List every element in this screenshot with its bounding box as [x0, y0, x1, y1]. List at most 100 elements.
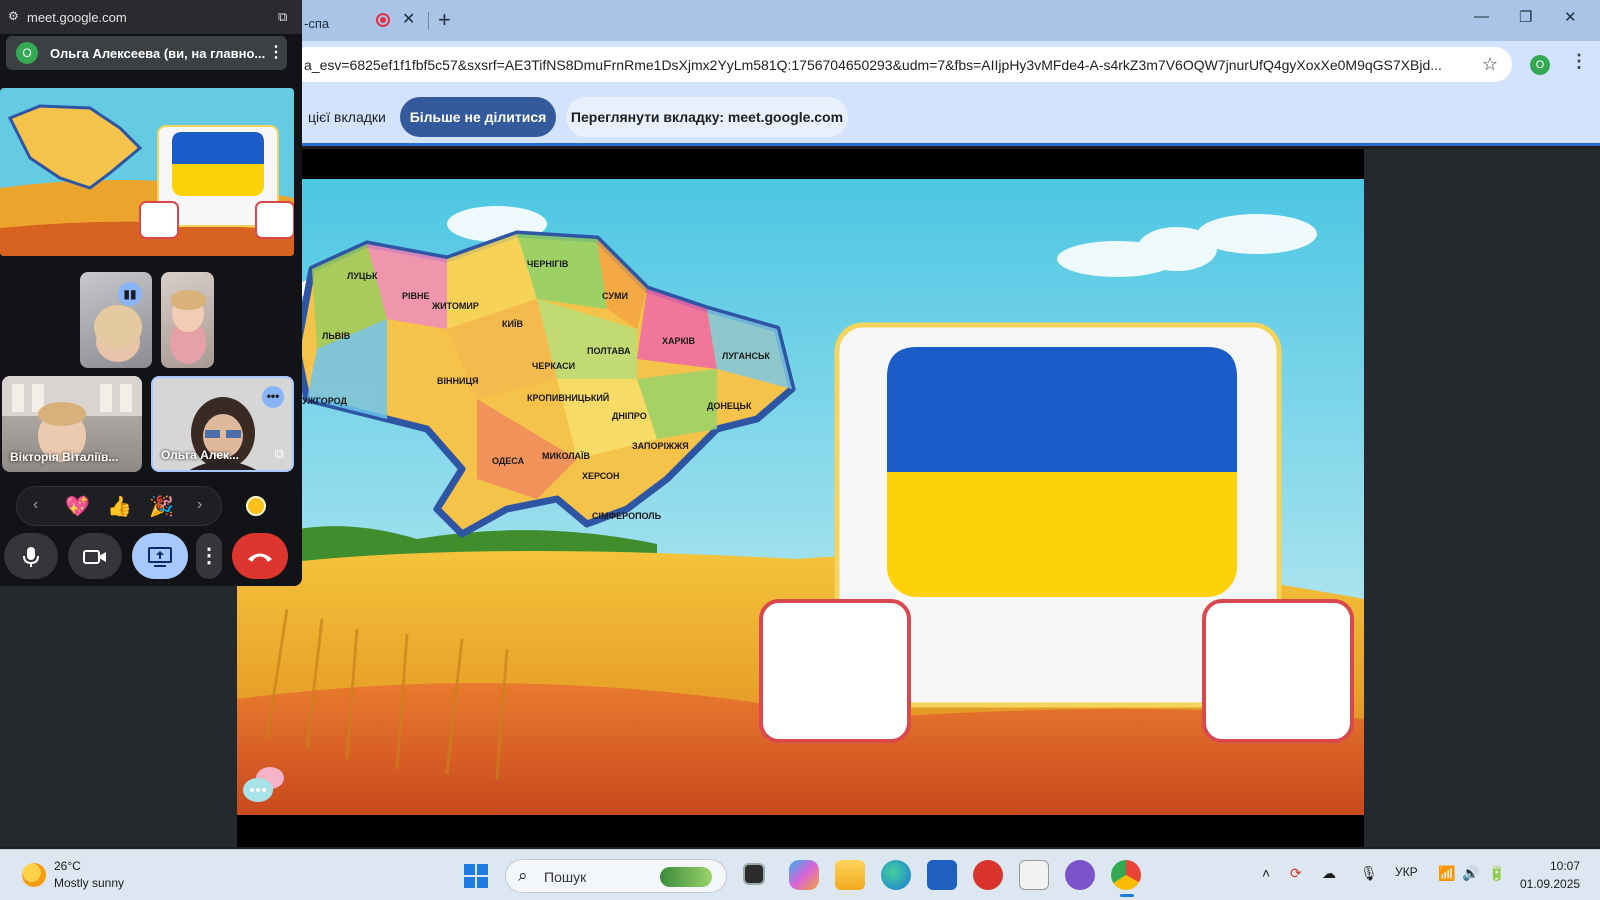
weather-sun-icon[interactable] — [22, 863, 46, 887]
bookmark-star-icon[interactable]: ☆ — [1482, 54, 1498, 75]
chevron-up-icon[interactable]: ˄ — [1262, 865, 1270, 881]
svg-text:ЧЕРКАСИ: ЧЕРКАСИ — [532, 361, 575, 371]
svg-text:ДОНЕЦЬК: ДОНЕЦЬК — [707, 401, 752, 411]
end-call-button[interactable] — [232, 533, 288, 579]
svg-text:ХЕРСОН: ХЕРСОН — [582, 471, 620, 481]
restore-icon[interactable]: ❐ — [1519, 8, 1532, 26]
participant-video — [170, 290, 206, 364]
svg-text:СІМФЕРОПОЛЬ: СІМФЕРОПОЛЬ — [592, 511, 662, 521]
search-placeholder: Пошук — [544, 869, 587, 885]
chrome-icon[interactable] — [1111, 860, 1141, 890]
windows-start-icon[interactable] — [464, 864, 488, 888]
screen: -спа ✕ + — ❐ ✕ a_esv=6825ef1f1fbf5c57&sx… — [0, 0, 1600, 900]
reaction-party[interactable]: 🎉 — [149, 494, 174, 519]
reaction-skin-tone-icon[interactable] — [246, 496, 266, 516]
presenter-name: Ольга Алексеева (ви, на главно... — [50, 46, 266, 61]
microphone-icon — [23, 546, 39, 567]
wifi-icon[interactable]: 📶 — [1438, 865, 1455, 882]
participant-tile-self[interactable]: ••• ⧉ Ольга Алек... — [151, 376, 294, 472]
pin-tile-icon[interactable]: ⧉ — [275, 446, 284, 462]
copilot-icon[interactable] — [789, 860, 819, 890]
profile-avatar[interactable]: O — [1530, 55, 1550, 75]
clock-date[interactable]: 01.09.2025 — [1520, 877, 1580, 891]
reaction-heart[interactable]: 💖 — [65, 494, 90, 519]
svg-text:ЧЕРНІГІВ: ЧЕРНІГІВ — [527, 259, 569, 269]
task-view-icon[interactable] — [743, 863, 765, 885]
speaking-indicator-icon: ▮▮ — [118, 282, 142, 306]
clock-time[interactable]: 10:07 — [1540, 859, 1580, 873]
camera-icon — [83, 549, 106, 564]
svg-text:КРОПИВНИЦЬКИЙ: КРОПИВНИЦЬКИЙ — [527, 392, 609, 403]
svg-text:УЖГОРОД: УЖГОРОД — [302, 396, 347, 406]
onedrive-icon[interactable]: ☁ — [1322, 865, 1336, 882]
new-tab-icon[interactable]: + — [438, 7, 451, 33]
letterbox-top — [237, 149, 1364, 179]
stop-sharing-button[interactable]: Більше не ділитися — [400, 97, 556, 137]
chevron-left-icon[interactable]: ‹ — [33, 496, 38, 514]
chevron-right-icon[interactable]: › — [197, 496, 202, 514]
participant-tile[interactable]: Вікторія Віталіїв... — [2, 376, 142, 472]
back-to-tab-icon[interactable]: ⧉ — [278, 9, 287, 25]
svg-text:КИЇВ: КИЇВ — [502, 319, 523, 329]
address-bar[interactable]: a_esv=6825ef1f1fbf5c57&sxsrf=AE3TifNS8Dm… — [290, 47, 1512, 82]
letterbox-bottom — [237, 815, 1364, 847]
tab-title: -спа — [304, 16, 330, 31]
reactions-bar: ‹ 💖 👍 🎉 › — [16, 486, 222, 526]
microphone-button[interactable] — [4, 533, 58, 579]
battery-icon[interactable]: 🔋 — [1488, 865, 1505, 882]
volume-icon[interactable]: 🔊 — [1462, 865, 1479, 882]
more-actions-button[interactable]: ⋮ — [196, 533, 222, 579]
site-settings-icon[interactable]: ⚙ — [8, 9, 19, 23]
pip-header: ⚙ meet.google.com ⧉ — [0, 0, 302, 34]
svg-text:ЗАПОРІЖЖЯ: ЗАПОРІЖЖЯ — [632, 441, 689, 451]
participant-tile[interactable] — [161, 272, 214, 368]
chat-bubbles-icon[interactable] — [240, 764, 290, 808]
svg-text:СУМИ: СУМИ — [602, 291, 628, 301]
avatar: O — [16, 42, 38, 64]
wps-office-icon[interactable] — [973, 860, 1003, 890]
present-icon — [148, 546, 172, 567]
svg-text:ВІННИЦЯ: ВІННИЦЯ — [437, 376, 479, 386]
svg-text:ЛУЦЬК: ЛУЦЬК — [347, 271, 378, 281]
weather-description[interactable]: Mostly sunny — [54, 876, 124, 890]
weather-temperature[interactable]: 26°C — [54, 859, 81, 873]
present-screen-button[interactable] — [132, 533, 188, 579]
active-app-indicator — [1120, 894, 1134, 897]
svg-text:ХАРКІВ: ХАРКІВ — [662, 336, 695, 346]
minimize-icon[interactable]: — — [1474, 8, 1489, 25]
url-text: a_esv=6825ef1f1fbf5c57&sxsrf=AE3TifNS8Dm… — [304, 57, 1442, 73]
svg-text:ПОЛТАВА: ПОЛТАВА — [587, 346, 631, 356]
tab-separator — [428, 12, 429, 30]
more-options-icon[interactable]: ⋮ — [268, 42, 284, 62]
tile-more-icon[interactable]: ••• — [262, 386, 284, 408]
edge-icon[interactable] — [881, 860, 911, 890]
search-highlight-icon — [660, 867, 712, 887]
camera-button[interactable] — [68, 533, 122, 579]
participant-tile[interactable]: ▮▮ — [80, 272, 152, 368]
viber-icon[interactable] — [1065, 860, 1095, 890]
preview-thumbnail — [0, 88, 294, 256]
participant-name: Ольга Алек... — [161, 448, 239, 462]
presentation-preview[interactable] — [0, 88, 294, 256]
sync-icon[interactable]: ⟳ — [1290, 865, 1302, 882]
participant-video — [94, 305, 142, 362]
tab-close-icon[interactable]: ✕ — [402, 9, 415, 29]
end-call-icon — [248, 553, 272, 562]
reaction-thumbs-up[interactable]: 👍 — [107, 494, 132, 519]
sharing-status-text: цієї вкладки — [308, 109, 386, 125]
file-explorer-icon[interactable] — [835, 860, 865, 890]
mic-tray-icon[interactable]: 🎙 — [1360, 865, 1378, 882]
meet-pip-window: ⚙ meet.google.com ⧉ O Ольга Алексеева (в… — [0, 0, 302, 586]
close-window-icon[interactable]: ✕ — [1564, 8, 1577, 26]
svg-text:ОДЕСА: ОДЕСА — [492, 456, 525, 466]
view-tab-button[interactable]: Переглянути вкладку: meet.google.com — [566, 97, 848, 137]
taskbar-search[interactable]: ⌕ Пошук — [505, 859, 727, 893]
language-indicator[interactable]: УКР — [1395, 865, 1418, 879]
browser-tab[interactable]: -спа — [298, 6, 438, 41]
search-icon: ⌕ — [518, 866, 528, 885]
browser-menu-icon[interactable]: ⋮ — [1570, 51, 1588, 72]
solitaire-icon[interactable] — [1019, 860, 1049, 890]
svg-text:ДНІПРО: ДНІПРО — [612, 411, 647, 421]
store-icon[interactable] — [927, 860, 957, 890]
svg-text:ЛУГАНСЬК: ЛУГАНСЬК — [722, 351, 770, 361]
